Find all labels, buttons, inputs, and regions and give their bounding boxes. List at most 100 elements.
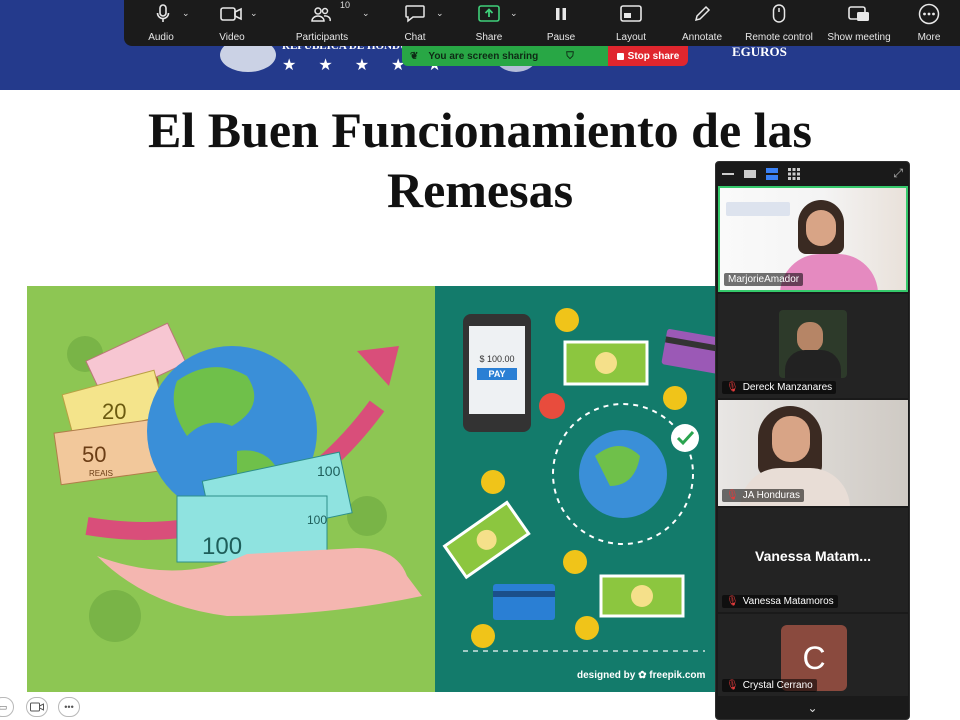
freepik-credit: designed by ✿ freepik.com: [577, 670, 706, 681]
muted-microphone-icon: 🎙︎: [726, 382, 739, 393]
sharing-status-text: You are screen sharing: [428, 50, 539, 62]
camera-icon: ▭: [0, 701, 8, 712]
video-button[interactable]: ⌄ Video: [198, 0, 266, 46]
participants-video-panel: ⤢ MarjorieAmador 🎙︎ Dereck Manzanares 🎙︎…: [715, 161, 910, 720]
bill-label-100-b: 100: [307, 513, 327, 527]
remote-control-label: Remote control: [745, 32, 813, 43]
participants-options-caret[interactable]: ⌄: [362, 8, 370, 19]
video-label: Video: [219, 32, 245, 43]
share-options-caret[interactable]: ⌄: [510, 8, 518, 19]
bill-currency-label: REAIS: [89, 469, 113, 478]
stop-share-label: Stop share: [627, 50, 680, 62]
stop-share-button[interactable]: Stop share: [608, 46, 688, 66]
sharing-status: ❦ You are screen sharing ⛉: [402, 46, 608, 66]
camera-control-button[interactable]: ▭: [0, 697, 14, 717]
chat-options-caret[interactable]: ⌄: [436, 8, 444, 19]
pause-share-button[interactable]: Pause: [526, 0, 596, 46]
minimize-icon: [722, 173, 734, 175]
minimize-view-button[interactable]: [722, 167, 734, 181]
pencil-icon: [689, 3, 715, 25]
video-options-caret[interactable]: ⌄: [250, 8, 258, 19]
shield-check-icon: ⛉: [566, 50, 574, 62]
layout-button[interactable]: Layout: [596, 0, 666, 46]
video-camera-icon: [30, 702, 44, 712]
phone-amount-text: $ 100.00: [479, 354, 514, 364]
more-button[interactable]: More: [898, 0, 960, 46]
participant-video-feed: [779, 310, 847, 378]
muted-microphone-icon: 🎙︎: [726, 680, 739, 691]
participant-name: JA Honduras: [742, 490, 800, 501]
leaf-icon: ❦: [410, 50, 419, 62]
more-icon: [916, 3, 942, 25]
phone-pay-text: PAY: [488, 369, 505, 379]
person-face: [806, 210, 836, 246]
participants-label: Participants: [295, 32, 349, 43]
bill-label-100-a: 100: [317, 463, 341, 479]
participant-name: Dereck Manzanares: [742, 382, 833, 393]
participant-name: Crystal Cerrano: [742, 680, 813, 691]
speaker-view-icon: [744, 170, 756, 178]
muted-microphone-icon: 🎙︎: [726, 490, 739, 501]
muted-microphone-icon: 🎙︎: [726, 596, 739, 607]
panel-view-controls: ⤢: [716, 162, 909, 186]
pause-icon: [548, 3, 574, 25]
video-control-button[interactable]: [26, 697, 48, 717]
audio-label: Audio: [148, 32, 174, 43]
digital-payment-illustration: $ 100.00 PAY: [442, 308, 725, 652]
microphone-icon: [150, 3, 176, 25]
bill-label-50: 50: [82, 442, 106, 467]
participants-count-badge: 10: [340, 0, 351, 10]
screen-sharing-banner: ❦ You are screen sharing ⛉ Stop share: [402, 46, 688, 66]
header-right-text: EGUROS: [732, 44, 787, 59]
annotate-button[interactable]: Annotate: [666, 0, 738, 46]
show-meeting-button[interactable]: Show meeting: [820, 0, 898, 46]
participant-display-name: Vanessa Matam...: [755, 548, 871, 564]
person-face: [797, 322, 823, 352]
participant-name-tag: 🎙︎ Vanessa Matamoros: [722, 595, 838, 608]
participant-tile-ja-honduras[interactable]: 🎙︎ JA Honduras: [718, 400, 908, 506]
slide-title-line-1: El Buen Funcionamiento de las: [148, 102, 812, 158]
chevron-down-icon: ⌄: [807, 701, 818, 715]
bill-label-100-c: 100: [202, 533, 242, 560]
audio-button[interactable]: ⌄ Audio: [124, 0, 198, 46]
background-logo: [726, 202, 790, 216]
audio-options-caret[interactable]: ⌄: [182, 8, 190, 19]
more-icon: •••: [64, 702, 74, 712]
person-shoulders: [785, 350, 841, 378]
show-meeting-icon: [846, 3, 872, 25]
chat-bubble-icon: [402, 3, 428, 25]
remittance-illustration-right: $ 100.00 PAY designed by ✿ freepik.com: [435, 286, 725, 692]
participant-name-tag: 🎙︎ JA Honduras: [722, 489, 804, 502]
chat-button[interactable]: ⌄ Chat: [378, 0, 452, 46]
participant-tile-marjorieamador[interactable]: MarjorieAmador: [718, 186, 908, 292]
more-options-button[interactable]: •••: [58, 697, 80, 717]
participant-tile-vanessa-matamoros[interactable]: Vanessa Matam... 🎙︎ Vanessa Matamoros: [718, 508, 908, 612]
speaker-view-button[interactable]: [744, 167, 756, 181]
scroll-down-button[interactable]: ⌄: [716, 697, 909, 719]
participant-name: MarjorieAmador: [728, 274, 800, 285]
share-button[interactable]: ⌄ Share: [452, 0, 526, 46]
gallery-view-icon: [788, 168, 800, 180]
share-screen-icon: [476, 3, 502, 25]
mouse-icon: [766, 3, 792, 25]
remittance-illustration-left: 10 20 50 REAIS 100 100 100: [27, 286, 435, 692]
participant-tile-dereck-manzanares[interactable]: 🎙︎ Dereck Manzanares: [718, 294, 908, 398]
stop-icon: [616, 52, 624, 60]
gallery-view-button[interactable]: [788, 167, 800, 181]
expand-panel-icon[interactable]: ⤢: [893, 166, 903, 181]
pause-label: Pause: [546, 32, 576, 43]
screen: REPÚBLICA DE HONDURAS ★★★★★ EGUROS ⌄ Aud…: [0, 0, 960, 720]
strip-view-button[interactable]: [766, 167, 778, 181]
show-meeting-label: Show meeting: [827, 32, 891, 43]
annotate-label: Annotate: [681, 32, 723, 43]
participants-button[interactable]: 10 ⌄ Participants: [266, 0, 378, 46]
bill-label-20: 20: [102, 399, 126, 424]
video-camera-icon: [218, 3, 244, 25]
participant-name: Vanessa Matamoros: [742, 596, 834, 607]
participant-name-tag: 🎙︎ Crystal Cerrano: [722, 679, 817, 692]
person-face: [772, 416, 810, 462]
participant-tile-crystal-cerrano[interactable]: C 🎙︎ Crystal Cerrano: [718, 614, 908, 696]
share-label: Share: [475, 32, 503, 43]
globe-money-hand-illustration: 10 20 50 REAIS 100 100 100: [53, 322, 422, 642]
remote-control-button[interactable]: Remote control: [738, 0, 820, 46]
